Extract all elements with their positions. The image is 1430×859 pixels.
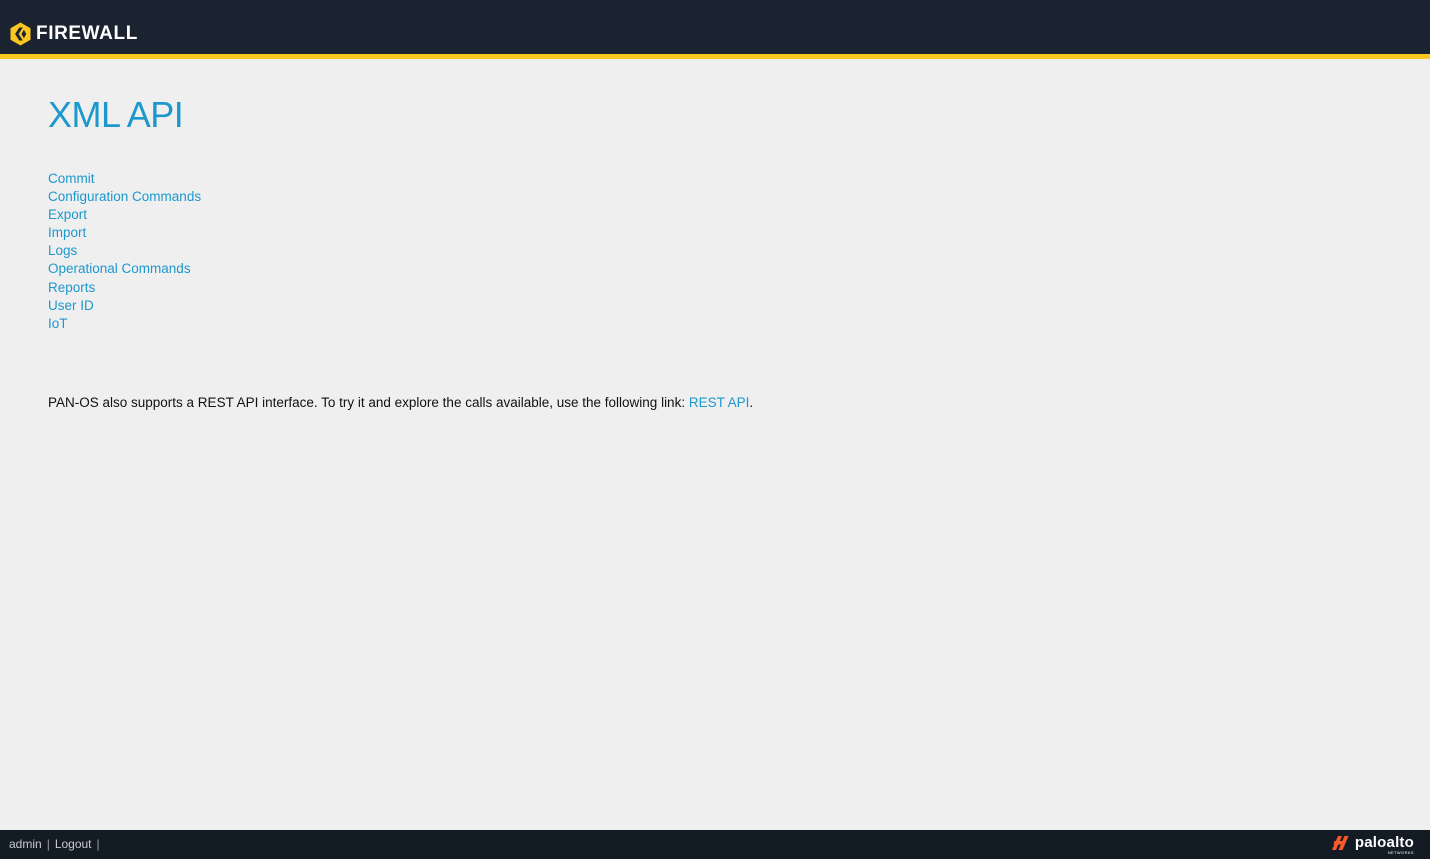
iot-link[interactable]: IoT — [48, 316, 68, 331]
paloalto-logo-icon — [1331, 836, 1349, 850]
commit-link[interactable]: Commit — [48, 171, 95, 186]
username: admin — [9, 837, 42, 851]
rest-api-note-suffix: . — [749, 394, 754, 410]
list-item: Export — [48, 206, 201, 224]
logout-link[interactable]: Logout — [55, 837, 92, 852]
list-item: Commit — [48, 170, 201, 188]
configuration-commands-link[interactable]: Configuration Commands — [48, 189, 201, 204]
list-item: Reports — [48, 279, 201, 297]
list-item: Operational Commands — [48, 260, 201, 278]
page-title: XML API — [48, 94, 184, 135]
app-title: FIREWALL — [36, 23, 138, 44]
vendor-logo: paloalto NETWORKS — [1331, 834, 1414, 855]
vendor-subtitle: NETWORKS — [1387, 850, 1414, 855]
import-link[interactable]: Import — [48, 225, 86, 240]
user-id-link[interactable]: User ID — [48, 298, 94, 313]
user-area: admin | Logout | — [9, 837, 105, 852]
brand[interactable]: FIREWALL — [10, 21, 138, 47]
rest-api-note: PAN-OS also supports a REST API interfac… — [48, 394, 753, 412]
reports-link[interactable]: Reports — [48, 280, 95, 295]
separator: | — [46, 837, 50, 851]
top-header-bar: FIREWALL — [0, 0, 1430, 59]
firewall-logo-icon — [10, 22, 31, 46]
logs-link[interactable]: Logs — [48, 243, 77, 258]
api-link-list: Commit Configuration Commands Export Imp… — [48, 170, 201, 333]
export-link[interactable]: Export — [48, 207, 87, 222]
main-content: XML API Commit Configuration Commands Ex… — [48, 94, 753, 410]
list-item: IoT — [48, 315, 201, 333]
footer-bar: admin | Logout | paloalto NETWORKS — [0, 830, 1430, 859]
vendor-name: paloalto — [1354, 834, 1414, 851]
rest-api-note-text: PAN-OS also supports a REST API interfac… — [48, 394, 689, 410]
separator: | — [96, 837, 100, 851]
list-item: Import — [48, 224, 201, 242]
list-item: Configuration Commands — [48, 188, 201, 206]
list-item: Logs — [48, 242, 201, 260]
rest-api-link[interactable]: REST API — [689, 395, 750, 410]
operational-commands-link[interactable]: Operational Commands — [48, 261, 191, 276]
list-item: User ID — [48, 297, 201, 315]
